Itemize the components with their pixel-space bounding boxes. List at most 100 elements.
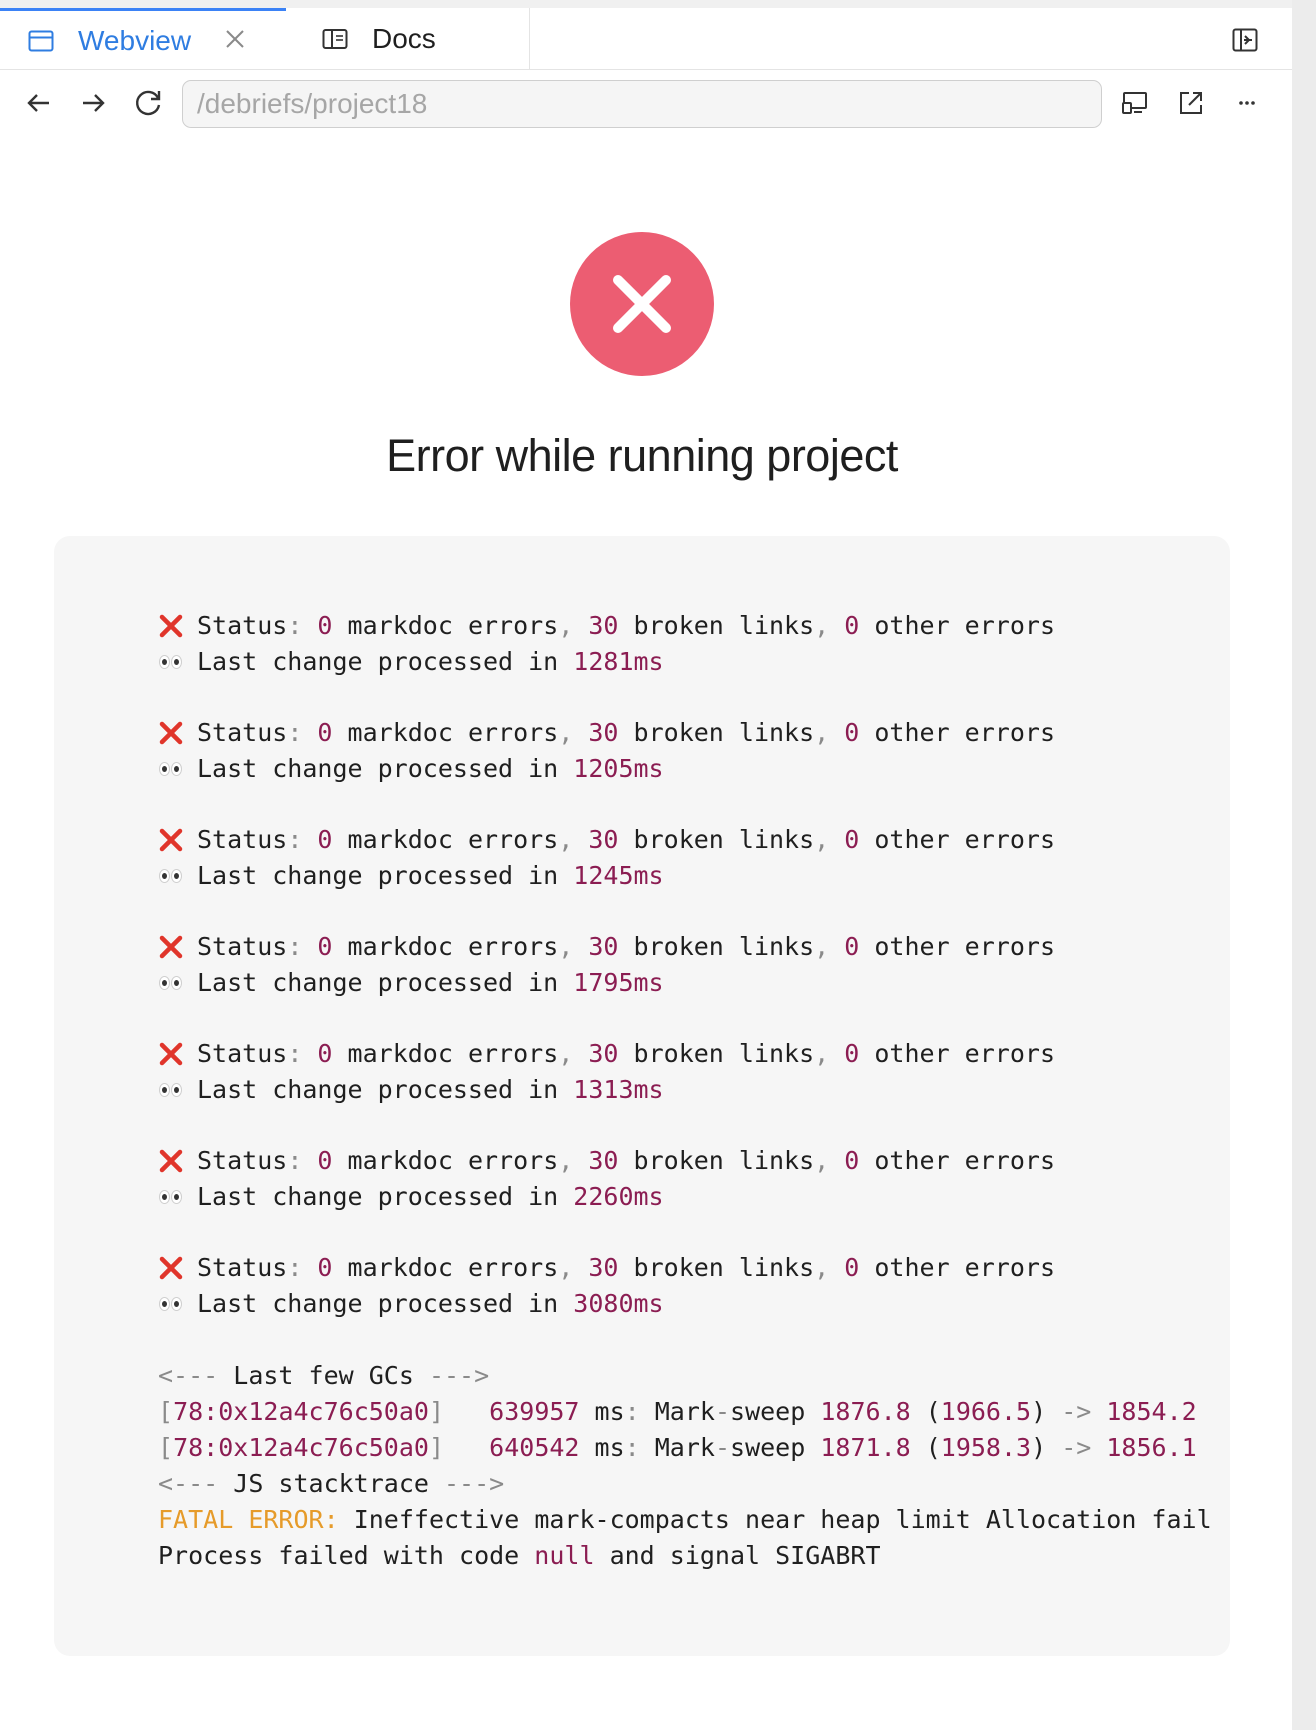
cast-screen-icon[interactable] <box>1120 88 1150 118</box>
log-token: , <box>814 611 845 640</box>
log-token: markdoc errors <box>332 825 559 854</box>
log-token: , <box>814 1253 845 1282</box>
status-label: Status <box>197 611 288 640</box>
broken-link-count: 30 <box>588 1253 619 1282</box>
broken-link-count: 30 <box>588 932 619 961</box>
gc-committed: 1966.5 <box>940 1397 1032 1426</box>
log-token: , <box>814 1039 845 1068</box>
gc-header: <--- Last few GCs ---> <box>158 1358 1210 1394</box>
log-token: broken links <box>618 611 815 640</box>
gc-after: 1856.1 <box>1106 1433 1197 1462</box>
other-error-count: 0 <box>844 825 860 854</box>
log-token: , <box>558 932 589 961</box>
error-status-circle <box>570 232 714 376</box>
timing-line: Last change processed in 1795ms <box>158 965 1210 1001</box>
log-token: : <box>287 1253 318 1282</box>
status-label: Status <box>197 1146 288 1175</box>
log-token: , <box>814 718 845 747</box>
tab-webview[interactable]: Webview <box>0 8 286 70</box>
other-error-count: 0 <box>844 1253 860 1282</box>
cross-mark-icon <box>159 1149 183 1173</box>
log-token: other errors <box>859 1146 1055 1175</box>
toggle-panel-icon[interactable] <box>1232 28 1258 52</box>
other-error-count: 0 <box>844 718 860 747</box>
broken-link-count: 30 <box>588 1146 619 1175</box>
log-token: -> <box>1061 1397 1092 1426</box>
log-token <box>444 1430 489 1466</box>
log-token: markdoc errors <box>332 611 559 640</box>
gc-kind: Mark <box>654 1433 715 1462</box>
back-arrow-icon[interactable] <box>24 88 54 118</box>
timing-label: Last change processed in <box>197 968 574 997</box>
status-line: Status: 0 markdoc errors, 30 broken link… <box>158 822 1210 858</box>
timing-line: Last change processed in 1281ms <box>158 644 1210 680</box>
eyes-icon <box>158 973 184 993</box>
timing-line: Last change processed in 1313ms <box>158 1072 1210 1108</box>
timing-label: Last change processed in <box>197 754 574 783</box>
status-label: Status <box>197 932 288 961</box>
log-token: ( <box>910 1433 941 1462</box>
timing-line: Last change processed in 1205ms <box>158 751 1210 787</box>
processing-time: 1281ms <box>573 647 664 676</box>
log-token <box>1091 1430 1106 1466</box>
url-input[interactable]: /debriefs/project18 <box>182 80 1102 128</box>
status-line: Status: 0 markdoc errors, 30 broken link… <box>158 608 1210 644</box>
gc-before: 1871.8 <box>820 1433 911 1462</box>
reload-icon[interactable] <box>134 88 164 118</box>
log-token: , <box>558 1146 589 1175</box>
log-token <box>805 1430 820 1466</box>
markdoc-error-count: 0 <box>317 1039 333 1068</box>
log-token: <--- <box>158 1469 234 1498</box>
markdoc-error-count: 0 <box>317 932 333 961</box>
timing-label: Last change processed in <box>197 1075 574 1104</box>
log-token: [ <box>158 1397 174 1426</box>
broken-link-count: 30 <box>588 1039 619 1068</box>
more-options-icon[interactable] <box>1232 88 1262 118</box>
log-token: , <box>814 1146 845 1175</box>
log-token: : <box>624 1397 655 1426</box>
forward-arrow-icon[interactable] <box>78 88 108 118</box>
eyes-icon <box>158 652 184 672</box>
log-token: ---> <box>413 1361 490 1390</box>
markdoc-error-count: 0 <box>317 718 333 747</box>
log-token: : <box>287 825 318 854</box>
status-label: Status <box>197 825 288 854</box>
status-line: Status: 0 markdoc errors, 30 broken link… <box>158 1036 1210 1072</box>
processing-time: 2260ms <box>573 1182 664 1211</box>
status-label: Status <box>197 1039 288 1068</box>
log-token: <--- <box>158 1361 234 1390</box>
gc-before: 1876.8 <box>820 1397 911 1426</box>
open-external-icon[interactable] <box>1176 88 1206 118</box>
log-token: [ <box>158 1433 174 1462</box>
log-text: Status: 0 markdoc errors, 30 broken link… <box>158 608 1210 1574</box>
status-line: Status: 0 markdoc errors, 30 broken link… <box>158 1143 1210 1179</box>
log-token <box>1091 1394 1106 1430</box>
eyes-icon <box>158 866 184 886</box>
log-token: - <box>714 1397 731 1426</box>
log-token: : <box>287 611 318 640</box>
markdoc-error-count: 0 <box>317 1253 333 1282</box>
cross-mark-icon <box>159 828 183 852</box>
log-token: : <box>203 1433 219 1462</box>
log-token <box>805 1394 820 1430</box>
fatal-error-line: FATAL ERROR: Ineffective mark-compacts n… <box>158 1502 1210 1538</box>
cross-mark-icon <box>159 1256 183 1280</box>
stacktrace-label: JS stacktrace <box>233 1469 429 1498</box>
stacktrace-header: <--- JS stacktrace ---> <box>158 1466 1210 1502</box>
window-scrollbar-gutter <box>1292 0 1316 1730</box>
log-output-panel: Status: 0 markdoc errors, 30 broken link… <box>54 536 1230 1656</box>
log-token: other errors <box>859 932 1055 961</box>
eyes-icon <box>158 759 184 779</box>
status-label: Status <box>197 1253 288 1282</box>
processing-time: 1245ms <box>573 861 664 890</box>
log-token: , <box>558 1039 589 1068</box>
tab-docs[interactable]: Docs <box>286 8 530 70</box>
window-top-edge <box>0 0 1292 8</box>
close-x-icon <box>613 275 671 333</box>
gc-line: [78:0x12a4c76c50a0] 639957 ms: Mark - swee… <box>158 1394 1210 1430</box>
close-tab-icon[interactable] <box>222 25 248 53</box>
timing-line: Last change processed in 1245ms <box>158 858 1210 894</box>
gc-address: 0x12a4c76c50a0 <box>218 1397 429 1426</box>
log-token: : <box>287 932 318 961</box>
log-token: ) <box>1031 1397 1062 1426</box>
